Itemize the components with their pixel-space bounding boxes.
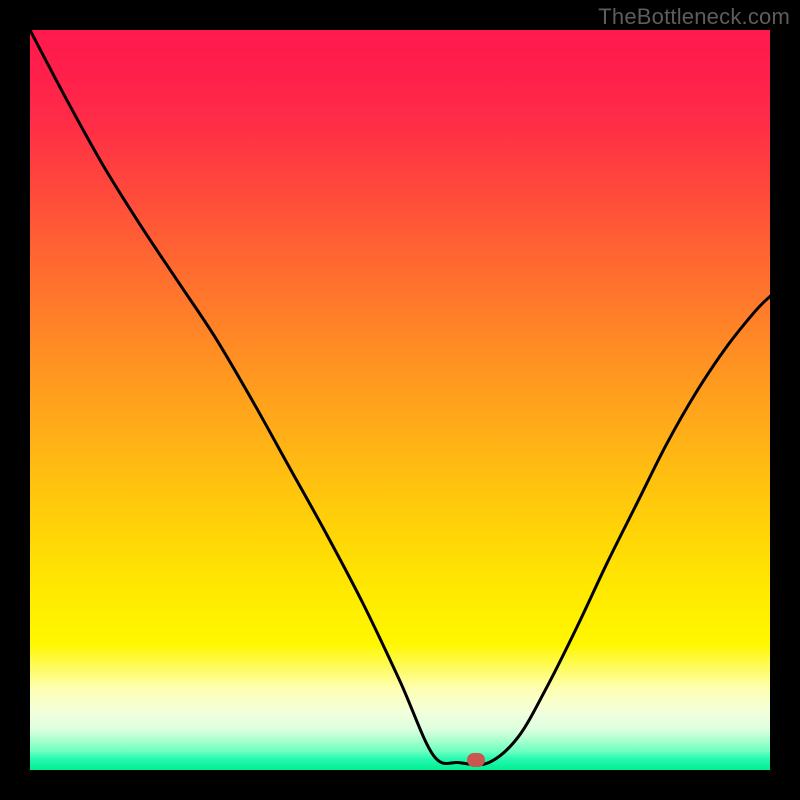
chart-frame: TheBottleneck.com [0, 0, 800, 800]
bottleneck-curve-path [30, 30, 770, 765]
curve-svg [30, 30, 770, 770]
watermark-text: TheBottleneck.com [598, 4, 790, 30]
optimum-marker [467, 753, 485, 767]
plot-area [30, 30, 770, 770]
